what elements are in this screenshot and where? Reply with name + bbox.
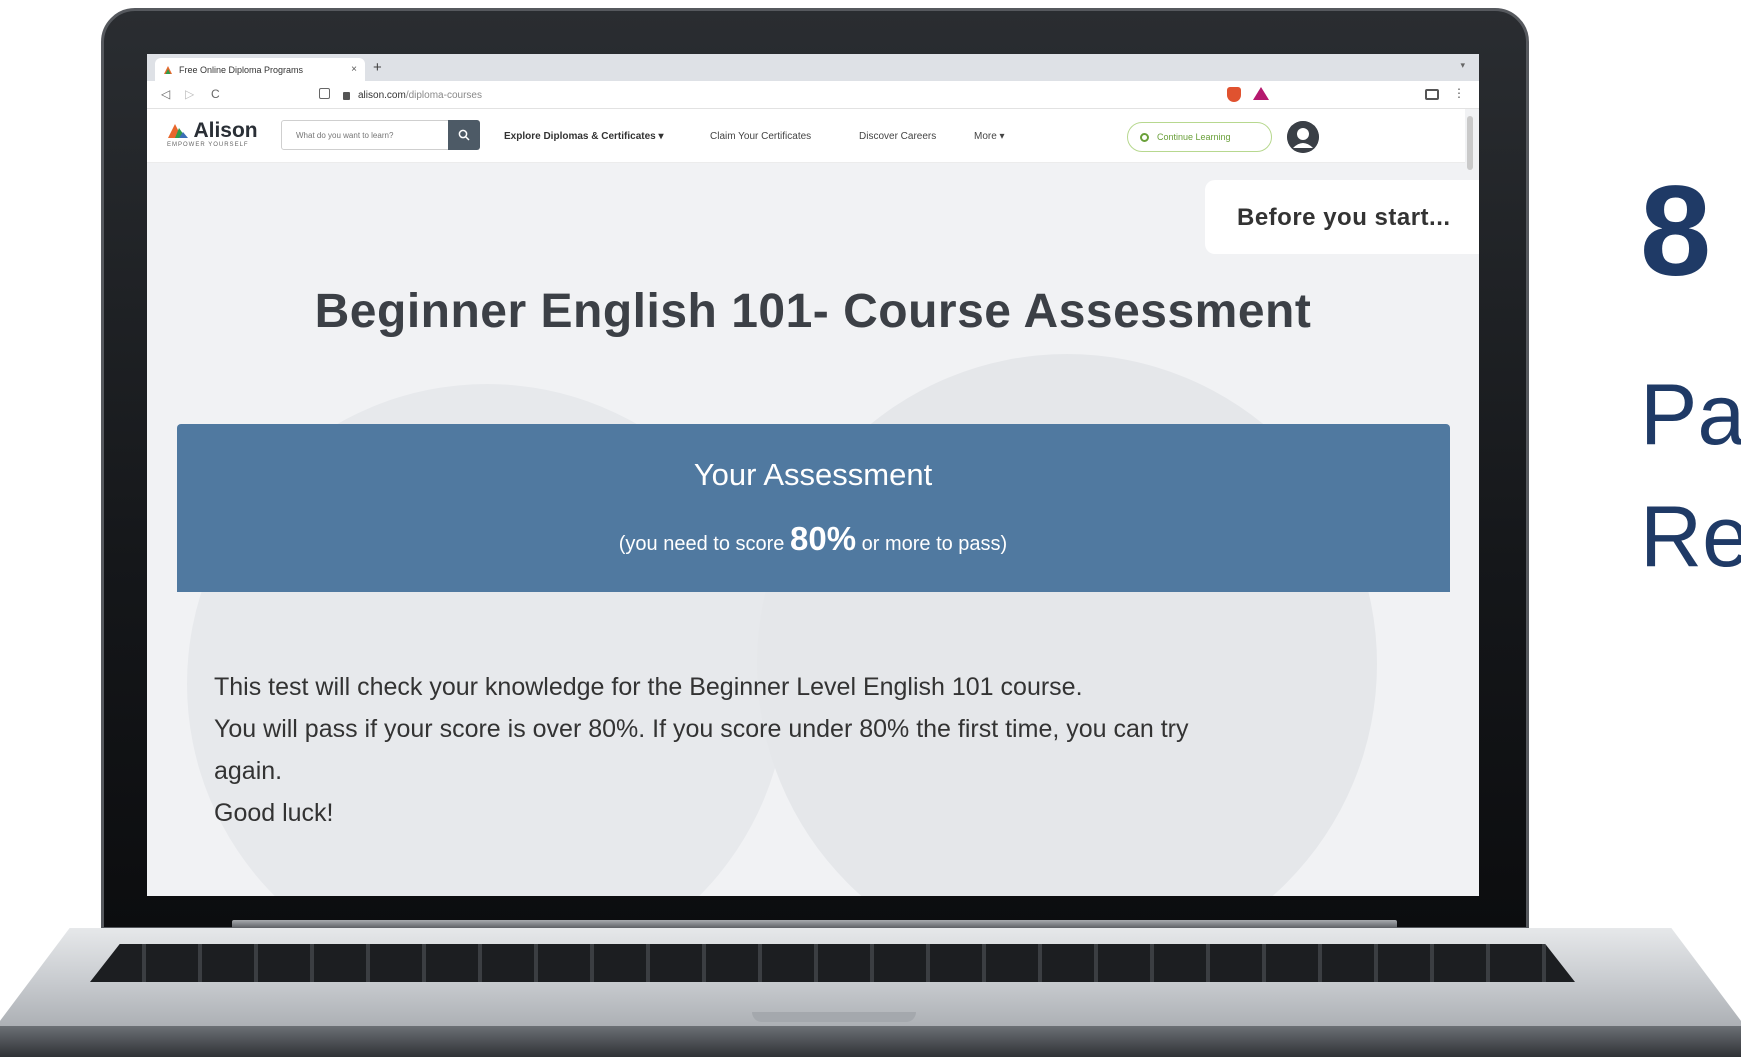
alison-favicon-icon [164, 65, 172, 74]
tab-title: Free Online Diploma Programs [179, 64, 304, 75]
search-button[interactable] [448, 120, 480, 150]
nav-more[interactable]: More ▾ [974, 131, 1005, 142]
laptop-base-edge [0, 1026, 1741, 1057]
tab-search-icon[interactable]: ▾ [1460, 60, 1465, 71]
slide-heading-line-2: Re [1640, 489, 1741, 585]
brave-shield-icon[interactable] [1227, 87, 1241, 102]
url-path: /diploma-courses [405, 89, 482, 101]
reload-button[interactable]: C [211, 87, 220, 101]
forward-button[interactable]: ▷ [185, 87, 194, 101]
rewards-triangle-icon[interactable] [1253, 87, 1269, 100]
assessment-heading: Your Assessment [693, 457, 933, 492]
before-you-start-label: Before you start... [1205, 180, 1479, 254]
continue-icon [1140, 132, 1149, 142]
nav-discover-careers[interactable]: Discover Careers [859, 131, 936, 142]
scrollbar[interactable] [1467, 116, 1473, 170]
search-icon [458, 129, 470, 141]
instruction-line: again. [214, 757, 283, 785]
user-avatar-icon[interactable] [1287, 121, 1319, 153]
course-title: Beginner English 101- Course Assessment [314, 285, 1312, 338]
assessment-instructions: This test will check your knowledge for … [214, 666, 1414, 834]
assessment-banner [177, 424, 1450, 592]
slide-step-number: 8 [1640, 160, 1712, 303]
instruction-line: This test will check your knowledge for … [214, 673, 1083, 701]
nav-claim-certificates[interactable]: Claim Your Certificates [710, 131, 811, 142]
site-header: Alison EMPOWER YOURSELF Explore Diplomas… [147, 109, 1465, 163]
logo-text: Alison [193, 119, 258, 142]
pass-score: 80% [789, 520, 857, 557]
pass-suffix: or more to pass) [861, 533, 1008, 555]
new-tab-button[interactable]: + [373, 59, 382, 76]
cast-icon[interactable] [1425, 89, 1439, 100]
browser-tab[interactable]: Free Online Diploma Programs × [155, 58, 365, 81]
browser-address-bar: ◁ ▷ C alison.com/diploma-courses ⋮ [147, 81, 1479, 109]
slide-heading-line-1: Pa [1640, 367, 1741, 463]
continue-learning-button[interactable]: Continue Learning [1127, 122, 1272, 152]
page-info-icon[interactable] [319, 88, 330, 99]
logo-tagline: EMPOWER YOURSELF [167, 142, 249, 148]
laptop-keyboard [90, 944, 1575, 982]
pass-prefix: (you need to score [618, 533, 785, 555]
alison-logo[interactable]: Alison EMPOWER YOURSELF [167, 119, 258, 148]
lock-icon [343, 92, 350, 100]
pass-requirement: (you need to score 80% or more to pass) [147, 520, 1479, 558]
continue-label: Continue Learning [1157, 132, 1231, 142]
laptop-screen: Free Online Diploma Programs × + ▾ ◁ ▷ C… [147, 54, 1479, 896]
instruction-line: Good luck! [214, 799, 334, 827]
tab-close-icon[interactable]: × [351, 64, 357, 75]
course-search-input[interactable] [281, 120, 449, 150]
browser-tabbar: Free Online Diploma Programs × + ▾ [147, 54, 1479, 81]
nav-explore-diplomas[interactable]: Explore Diplomas & Certificates ▾ [504, 131, 664, 142]
url-field[interactable]: alison.com/diploma-courses [343, 85, 1223, 105]
url-domain: alison.com [358, 89, 406, 101]
browser-menu-icon[interactable]: ⋮ [1453, 86, 1465, 100]
back-button[interactable]: ◁ [161, 87, 170, 101]
instruction-line: You will pass if your score is over 80%.… [214, 715, 1189, 743]
laptop-notch [752, 1012, 916, 1022]
alison-logo-icon [168, 124, 188, 138]
